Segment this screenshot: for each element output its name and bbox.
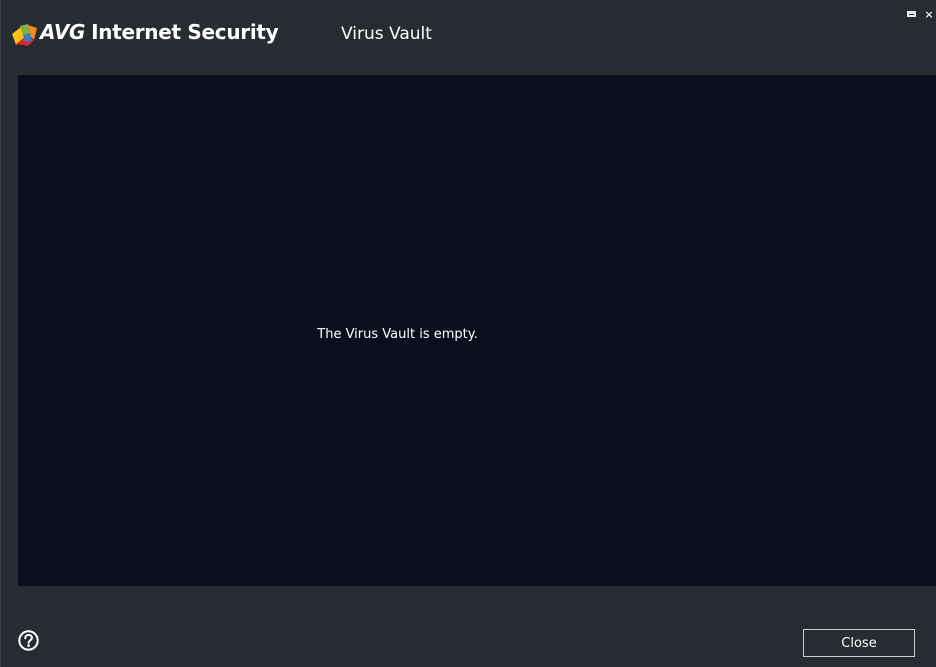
restore-button[interactable]	[903, 6, 919, 22]
section-title: Virus Vault	[341, 24, 432, 44]
close-button[interactable]: Close	[803, 629, 915, 657]
help-icon[interactable]	[18, 630, 39, 651]
virus-vault-window: AVG Internet Security Virus Vault × The V…	[0, 0, 936, 667]
window-close-button[interactable]: ×	[921, 6, 936, 22]
avg-logo-icon	[12, 24, 37, 46]
brand-product: Internet Security	[91, 20, 279, 44]
close-icon: ×	[924, 7, 934, 21]
footer: Close	[1, 586, 936, 667]
app-brand: AVG Internet Security	[40, 20, 279, 44]
brand-prefix: AVG	[40, 20, 86, 44]
restore-icon	[906, 11, 916, 17]
title-bar: AVG Internet Security Virus Vault ×	[1, 0, 936, 75]
window-controls: ×	[903, 6, 936, 22]
empty-vault-message: The Virus Vault is empty.	[317, 326, 478, 342]
vault-content-area: The Virus Vault is empty.	[18, 75, 936, 586]
